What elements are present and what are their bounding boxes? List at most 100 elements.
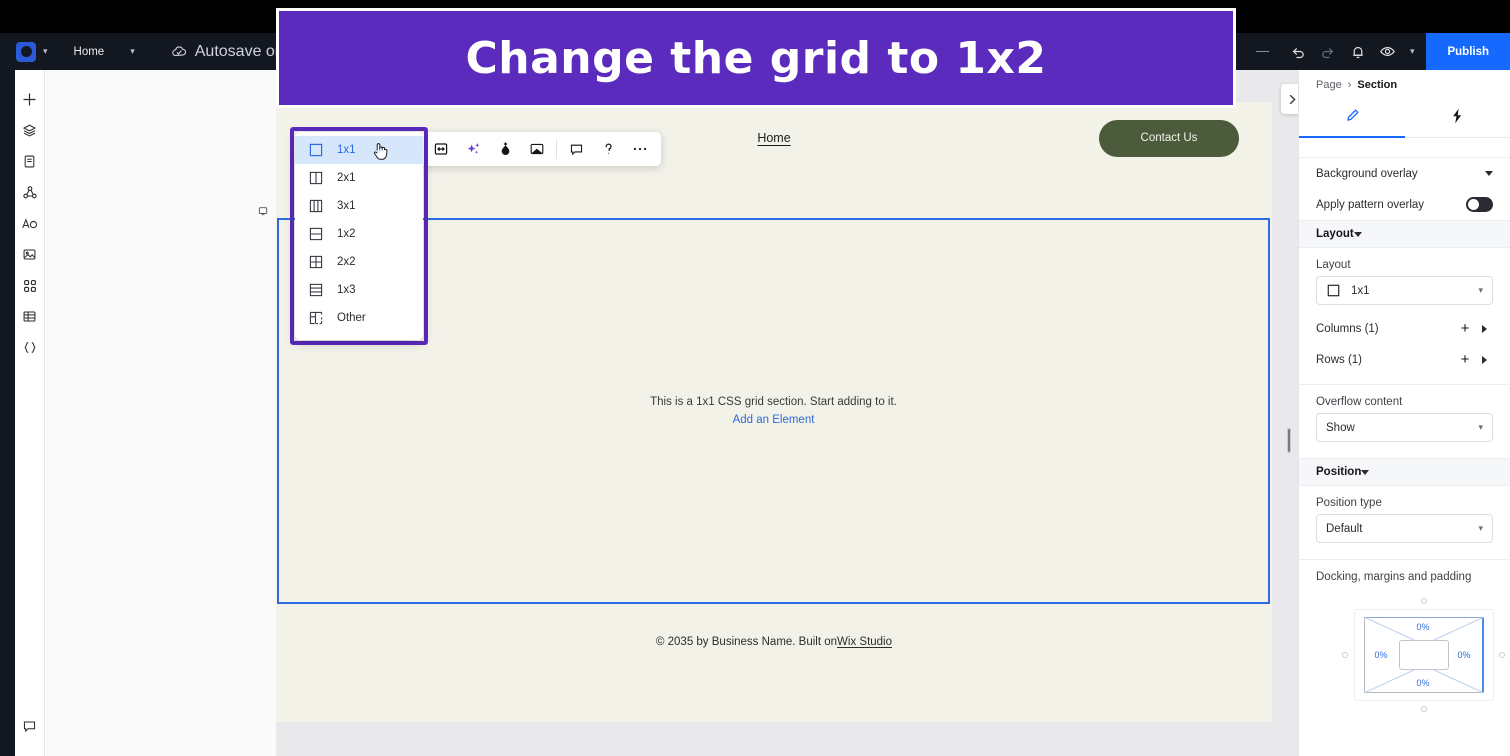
sidebar-item-apps[interactable]: [17, 270, 43, 301]
chevron-down-icon[interactable]: ▾: [1478, 285, 1483, 296]
background-overlay-label: Background overlay: [1316, 167, 1418, 180]
sidebar-item-cms[interactable]: [17, 301, 43, 332]
dropdown-option-3x1[interactable]: 3x1: [295, 192, 423, 220]
layout-section-header[interactable]: Layout: [1299, 220, 1510, 248]
docking-top-value[interactable]: 0%: [1417, 622, 1430, 632]
apply-pattern-overlay-toggle[interactable]: [1466, 197, 1493, 212]
more-options-icon[interactable]: [624, 132, 656, 166]
expand-columns-icon[interactable]: [1475, 324, 1493, 333]
comment-icon[interactable]: [560, 132, 592, 166]
inspector-tabs: [1299, 100, 1510, 138]
help-icon[interactable]: [592, 132, 624, 166]
preview-chevron-down-icon[interactable]: ▾: [1410, 47, 1415, 56]
sidebar-item-comments[interactable]: [17, 711, 43, 742]
background-overlay-row[interactable]: Background overlay: [1299, 158, 1510, 189]
add-an-element-link[interactable]: Add an Element: [733, 414, 815, 426]
left-panel-area: [45, 70, 276, 756]
background-icon[interactable]: [521, 132, 553, 166]
chevron-down-icon[interactable]: ▾: [1478, 523, 1483, 534]
overflow-content-label: Overflow content: [1316, 396, 1403, 408]
breadcrumb: Page › Section: [1299, 70, 1510, 100]
docking-label: Docking, margins and padding: [1316, 571, 1472, 583]
position-section-header[interactable]: Position: [1299, 458, 1510, 486]
expand-rows-icon[interactable]: [1475, 355, 1493, 364]
toolbar-divider: [556, 139, 557, 159]
columns-label: Columns (1): [1316, 322, 1379, 335]
wix-logo-icon[interactable]: [16, 41, 36, 62]
docking-left-value[interactable]: 0%: [1375, 650, 1388, 660]
animation-icon[interactable]: [489, 132, 521, 166]
tab-interactions[interactable]: [1405, 100, 1510, 137]
chevron-down-icon[interactable]: [1353, 231, 1362, 237]
add-column-icon[interactable]: +: [1455, 321, 1475, 336]
redo-icon[interactable]: [1313, 33, 1343, 70]
add-row-icon[interactable]: +: [1455, 352, 1475, 367]
dropdown-option-2x2[interactable]: 2x2: [295, 248, 423, 276]
sidebar-item-add-elements[interactable]: [17, 84, 43, 115]
dropdown-option-label: 3x1: [337, 200, 356, 212]
layout-select[interactable]: 1x1 ▾: [1316, 276, 1493, 305]
docking-bottom-value[interactable]: 0%: [1417, 678, 1430, 688]
dropdown-option-1x1[interactable]: 1x1: [295, 136, 423, 164]
notifications-icon[interactable]: [1343, 33, 1373, 70]
rows-row: Rows (1) +: [1299, 344, 1510, 375]
left-tool-rail: [15, 70, 45, 756]
publish-button[interactable]: Publish: [1426, 33, 1510, 70]
sidebar-item-interactions[interactable]: [17, 177, 43, 208]
canvas-resize-handle-right[interactable]: [1287, 428, 1291, 453]
nav-link-home[interactable]: Home: [757, 131, 790, 145]
undo-icon[interactable]: [1283, 33, 1313, 70]
grid-1x2-icon: [308, 227, 323, 242]
sidebar-item-text-theme[interactable]: [17, 208, 43, 239]
position-type-select[interactable]: Default ▾: [1316, 514, 1493, 543]
canvas-backdrop-bottom: [276, 722, 1272, 756]
dropdown-option-1x2[interactable]: 1x2: [295, 220, 423, 248]
logo-chevron-down-icon[interactable]: ▾: [43, 47, 48, 56]
preview-eye-icon[interactable]: [1373, 33, 1403, 70]
page-bottom-band: [276, 680, 1272, 722]
dock-handle-left[interactable]: [1341, 652, 1348, 658]
breadcrumb-separator-icon: ›: [1347, 79, 1352, 91]
chevron-down-icon[interactable]: [1361, 469, 1370, 475]
dropdown-option-label: 2x2: [337, 256, 356, 268]
dropdown-option-1x3[interactable]: 1x3: [295, 276, 423, 304]
minimize-icon[interactable]: [1255, 50, 1269, 53]
dock-handle-right[interactable]: [1498, 652, 1505, 658]
chevron-down-icon[interactable]: ▾: [1478, 422, 1483, 433]
dropdown-option-2x1[interactable]: 2x1: [295, 164, 423, 192]
footer-text: © 2035 by Business Name. Built on: [655, 636, 838, 648]
sidebar-item-layers[interactable]: [17, 115, 43, 146]
apply-pattern-overlay-row: Apply pattern overlay: [1299, 189, 1510, 220]
element-floating-toolbar: [420, 132, 661, 166]
left-rail-dark: [0, 70, 15, 756]
dropdown-option-label: 1x1: [337, 144, 356, 156]
sidebar-item-media[interactable]: [17, 239, 43, 270]
wix-studio-editor: ▾ Home ▾ Autosave on ▾ Publish Home Cont…: [0, 0, 1510, 756]
site-footer: © 2035 by Business Name. Built on Wix St…: [276, 604, 1272, 680]
stretch-icon[interactable]: [425, 132, 457, 166]
monitor-icon: [258, 203, 268, 221]
columns-row: Columns (1) +: [1299, 313, 1510, 344]
lightning-icon: [1448, 107, 1466, 130]
brush-icon: [1343, 107, 1361, 130]
breadcrumb-parent[interactable]: Page: [1316, 79, 1342, 91]
dropdown-option-other[interactable]: Other: [295, 304, 423, 332]
contact-us-button[interactable]: Contact Us: [1099, 119, 1239, 157]
grid-3x1-icon: [308, 199, 323, 214]
ai-sparkle-icon[interactable]: [457, 132, 489, 166]
site-menu-chevron-down-icon[interactable]: ▾: [130, 47, 135, 56]
sidebar-item-dev-mode[interactable]: [17, 332, 43, 363]
site-menu-home[interactable]: Home ▾: [74, 46, 135, 58]
dock-handle-bottom[interactable]: [1420, 706, 1427, 712]
docking-right-value[interactable]: 0%: [1458, 650, 1471, 660]
dock-handle-top[interactable]: [1420, 598, 1427, 604]
overflow-content-select[interactable]: Show ▾: [1316, 413, 1493, 442]
apply-pattern-overlay-label: Apply pattern overlay: [1316, 198, 1425, 211]
chevron-down-icon[interactable]: [1485, 171, 1493, 176]
sidebar-item-pages[interactable]: [17, 146, 43, 177]
docking-margins-padding-widget[interactable]: 0% 0% 0% 0%: [1333, 596, 1505, 714]
grid-layout-dropdown: 1x1 2x1 3x1 1x2 2x2 1x3 Other: [295, 132, 423, 340]
footer-link-wix-studio[interactable]: Wix Studio: [837, 636, 892, 648]
tab-design[interactable]: [1299, 100, 1405, 138]
